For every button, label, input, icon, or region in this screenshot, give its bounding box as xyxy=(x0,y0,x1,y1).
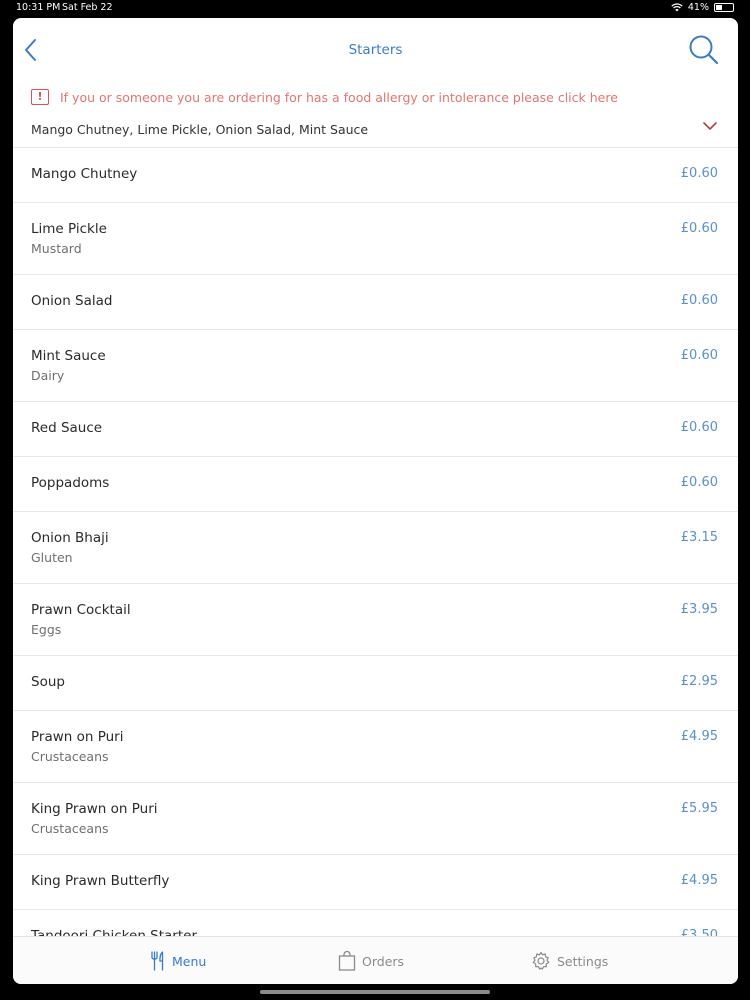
navigation-bar: Starters xyxy=(13,18,738,82)
menu-item-allergen: Crustaceans xyxy=(31,821,109,836)
menu-item-price: £4.95 xyxy=(680,729,718,744)
menu-item-price: £0.60 xyxy=(680,420,718,435)
menu-item-name: Poppadoms xyxy=(31,475,110,491)
menu-item-allergen: Eggs xyxy=(31,622,62,637)
menu-item-name: Soup xyxy=(31,674,65,690)
allergy-notice-text: If you or someone you are ordering for h… xyxy=(60,89,618,105)
menu-item-name: Mint Sauce xyxy=(31,348,106,364)
tab-orders[interactable]: Orders xyxy=(338,937,404,984)
tab-menu[interactable]: Menu xyxy=(150,937,206,984)
menu-item-allergen: Crustaceans xyxy=(31,749,109,764)
menu-item-price: £0.60 xyxy=(680,293,718,308)
chevron-down-icon xyxy=(703,122,717,130)
menu-item-name: Lime Pickle xyxy=(31,221,107,237)
menu-item[interactable]: Onion Salad £0.60 xyxy=(13,275,738,330)
status-indicators: 41% xyxy=(671,2,734,13)
menu-item-price: £0.60 xyxy=(680,221,718,236)
menu-item-allergen: Mustard xyxy=(31,241,82,256)
alert-icon: ! xyxy=(31,89,49,105)
tab-orders-label: Orders xyxy=(362,953,405,969)
subcategory-dropdown[interactable]: Mango Chutney, Lime Pickle, Onion Salad,… xyxy=(13,112,738,148)
menu-item-name: Red Sauce xyxy=(31,420,103,436)
search-button[interactable] xyxy=(688,34,720,66)
fork-knife-icon xyxy=(151,951,164,971)
menu-item-price: £0.60 xyxy=(680,166,718,181)
status-date: Sat Feb 22 xyxy=(62,2,113,13)
page-title: Starters xyxy=(348,42,403,58)
subcategory-dropdown-text: Mango Chutney, Lime Pickle, Onion Salad,… xyxy=(31,122,369,137)
menu-item[interactable]: Lime Pickle Mustard £0.60 xyxy=(13,203,738,275)
tab-settings[interactable]: Settings xyxy=(531,937,608,984)
menu-item[interactable]: Poppadoms £0.60 xyxy=(13,457,738,512)
menu-item-price: £3.95 xyxy=(680,602,718,617)
status-bar: 10:31 PM Sat Feb 22 41% xyxy=(0,0,750,18)
menu-item-name: Prawn on Puri xyxy=(31,729,124,745)
menu-item[interactable]: Soup £2.95 xyxy=(13,656,738,711)
menu-item[interactable]: Prawn Cocktail Eggs £3.95 xyxy=(13,584,738,656)
home-indicator[interactable] xyxy=(260,990,490,994)
menu-item-price: £2.95 xyxy=(680,674,718,689)
menu-item[interactable]: Mint Sauce Dairy £0.60 xyxy=(13,330,738,402)
battery-icon xyxy=(714,3,734,12)
menu-item-name: Mango Chutney xyxy=(31,166,138,182)
menu-item-price: £4.95 xyxy=(680,873,718,888)
menu-item[interactable]: Prawn on Puri Crustaceans £4.95 xyxy=(13,711,738,783)
menu-item[interactable]: Onion Bhaji Gluten £3.15 xyxy=(13,512,738,584)
shopping-bag-icon xyxy=(338,951,356,971)
menu-item[interactable]: King Prawn Butterfly £4.95 xyxy=(13,855,738,910)
battery-percent: 41% xyxy=(687,2,709,13)
wifi-icon xyxy=(671,3,683,12)
menu-item-list: Mango Chutney £0.60 Lime Pickle Mustard … xyxy=(13,148,738,965)
menu-item-allergen: Dairy xyxy=(31,368,65,383)
menu-item-price: £0.60 xyxy=(680,475,718,490)
tab-menu-label: Menu xyxy=(172,953,207,969)
gear-icon xyxy=(532,951,550,970)
menu-item-price: £3.15 xyxy=(680,530,718,545)
menu-item-name: King Prawn on Puri xyxy=(31,801,158,817)
menu-item-price: £0.60 xyxy=(680,348,718,363)
search-icon xyxy=(689,35,719,65)
menu-item-allergen: Gluten xyxy=(31,550,73,565)
menu-item-name: Prawn Cocktail xyxy=(31,602,131,618)
menu-item[interactable]: Red Sauce £0.60 xyxy=(13,402,738,457)
allergy-notice[interactable]: ! If you or someone you are ordering for… xyxy=(13,82,738,112)
tab-settings-label: Settings xyxy=(557,953,609,969)
tab-bar: Menu Orders Settings xyxy=(13,936,738,984)
menu-item-name: Onion Bhaji xyxy=(31,530,109,546)
menu-item-name: King Prawn Butterfly xyxy=(31,873,170,889)
app-window: Starters ! If you or someone you are ord… xyxy=(13,18,738,984)
menu-item[interactable]: Mango Chutney £0.60 xyxy=(13,148,738,203)
status-time: 10:31 PM xyxy=(16,2,61,13)
menu-item[interactable]: King Prawn on Puri Crustaceans £5.95 xyxy=(13,783,738,855)
menu-item-price: £5.95 xyxy=(680,801,718,816)
menu-item-name: Onion Salad xyxy=(31,293,113,309)
